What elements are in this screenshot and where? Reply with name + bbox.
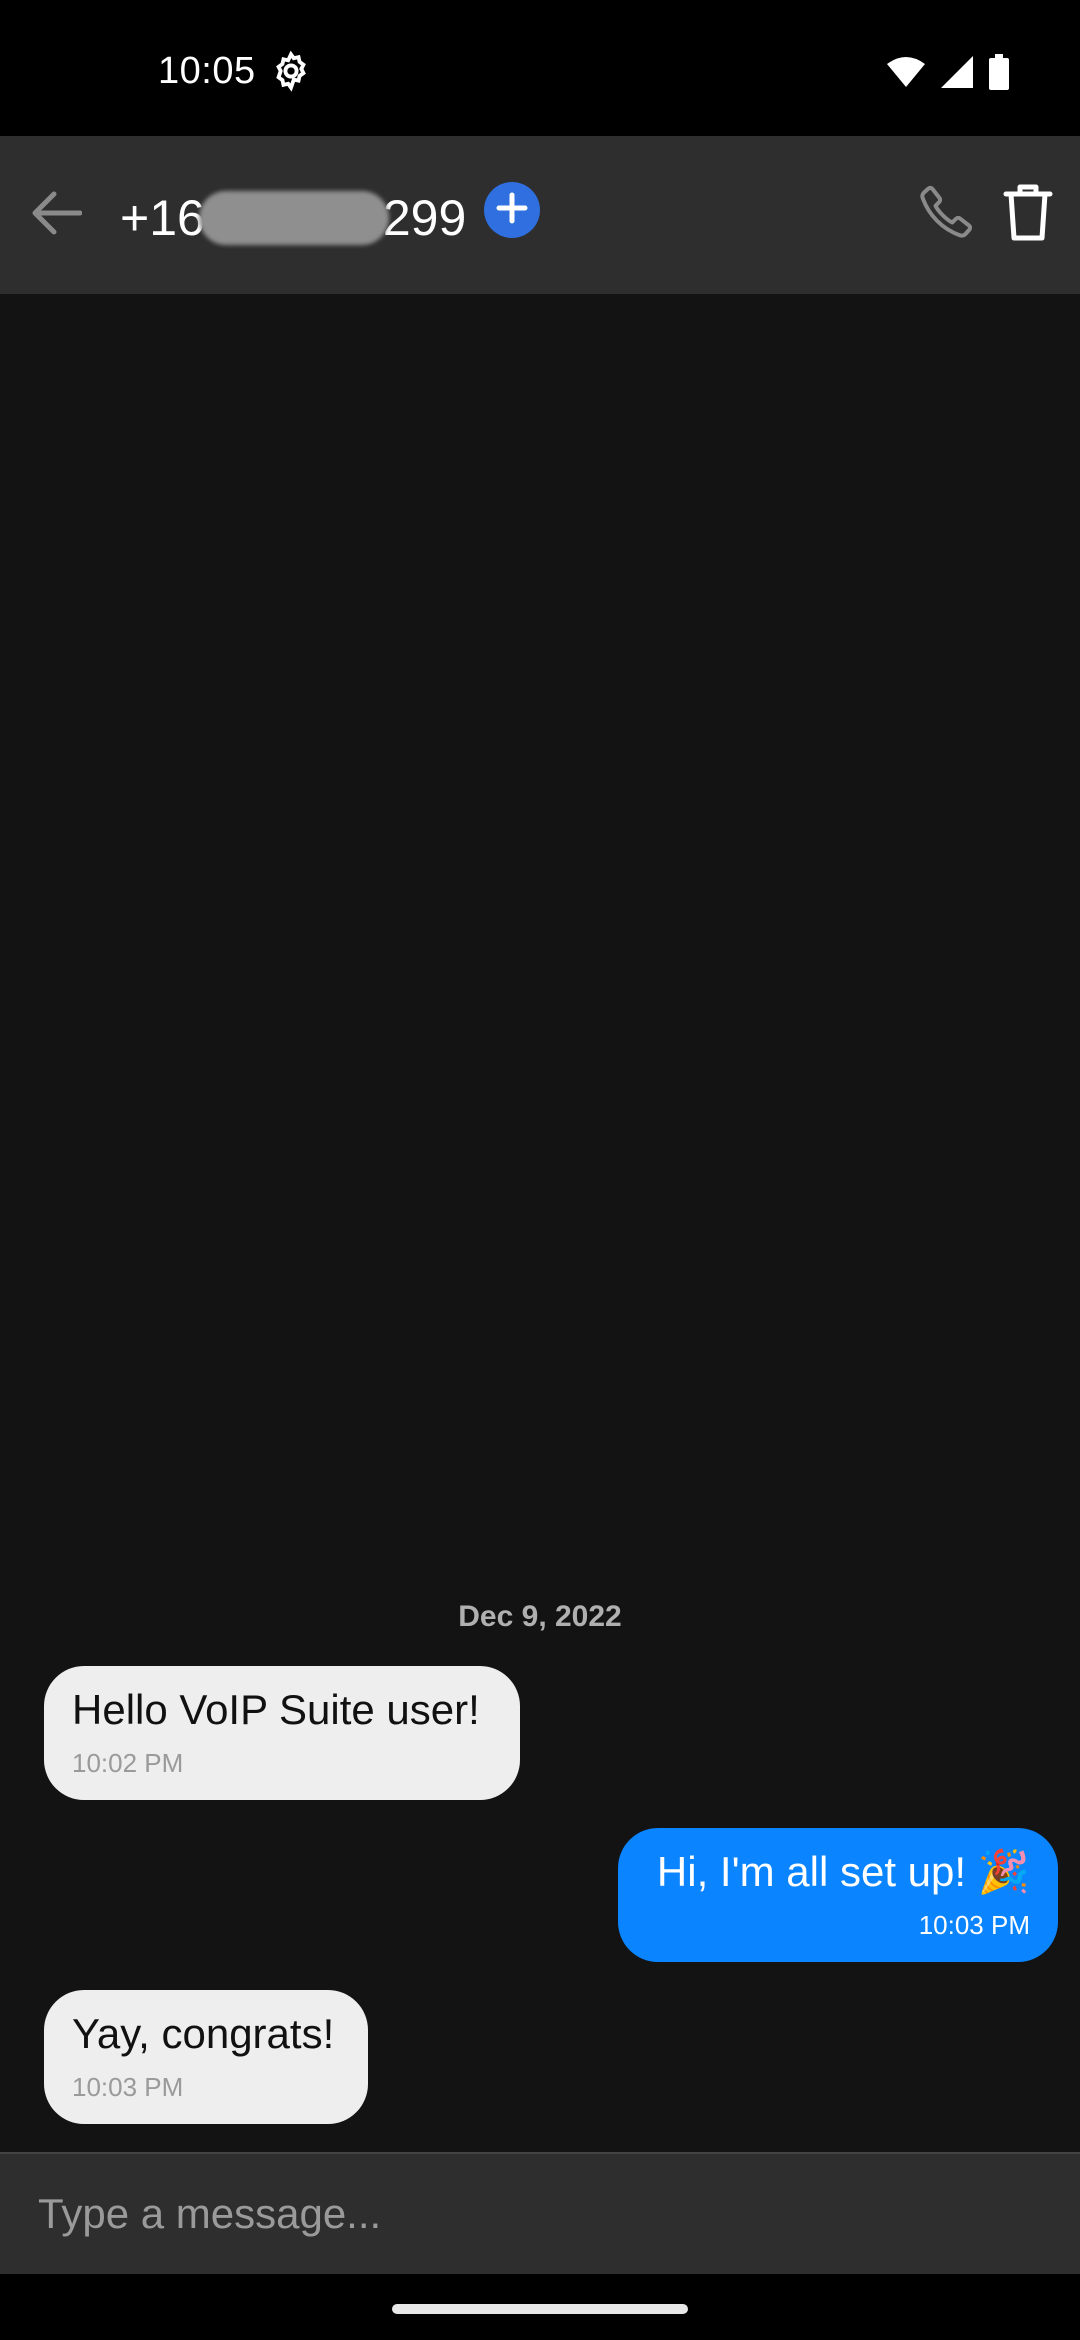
message-text: Hi, I'm all set up! 🎉 — [656, 1848, 1030, 1895]
date-divider: Dec 9, 2022 — [458, 1600, 622, 1633]
plus-icon — [495, 191, 529, 230]
message-bubble-outgoing[interactable]: Hi, I'm all set up! 🎉 10:03 PM — [618, 1828, 1058, 1962]
wifi-icon — [886, 56, 926, 88]
contact-number: +16 299 — [120, 188, 466, 248]
message-bubble-incoming[interactable]: Yay, congrats! 10:03 PM — [44, 1990, 368, 2124]
back-button[interactable] — [22, 180, 92, 250]
back-arrow-icon — [32, 191, 83, 240]
delete-conversation-button[interactable] — [992, 176, 1064, 252]
message-composer — [0, 2152, 1080, 2274]
message-text: Yay, congrats! — [72, 2010, 335, 2057]
message-thread[interactable]: Dec 9, 2022 Hello VoIP Suite user! 10:02… — [0, 294, 1080, 2152]
navigation-bar — [0, 2274, 1080, 2340]
contact-number-suffix: 299 — [382, 190, 467, 246]
contact-number-prefix: +16 — [120, 190, 205, 246]
trash-icon — [1002, 182, 1054, 247]
gear-icon — [270, 50, 312, 92]
add-contact-button[interactable] — [484, 182, 540, 238]
conversation-header: +16 299 — [0, 136, 1080, 294]
message-time: 10:03 PM — [72, 2072, 184, 2102]
message-input[interactable] — [0, 2154, 1080, 2274]
phone-icon — [916, 182, 976, 247]
cellular-signal-icon — [940, 55, 974, 89]
battery-icon — [988, 54, 1010, 90]
redacted-digits — [198, 191, 389, 245]
message-time: 10:03 PM — [918, 1910, 1030, 1940]
message-bubble-incoming[interactable]: Hello VoIP Suite user! 10:02 PM — [44, 1666, 520, 1800]
home-indicator[interactable] — [392, 2304, 688, 2314]
message-time: 10:02 PM — [72, 1748, 184, 1778]
message-text: Hello VoIP Suite user! — [72, 1686, 480, 1733]
status-indicators — [886, 52, 1010, 92]
status-time: 10:05 — [158, 50, 256, 92]
status-bar: 10:05 — [0, 0, 1080, 136]
call-button[interactable] — [908, 176, 984, 252]
